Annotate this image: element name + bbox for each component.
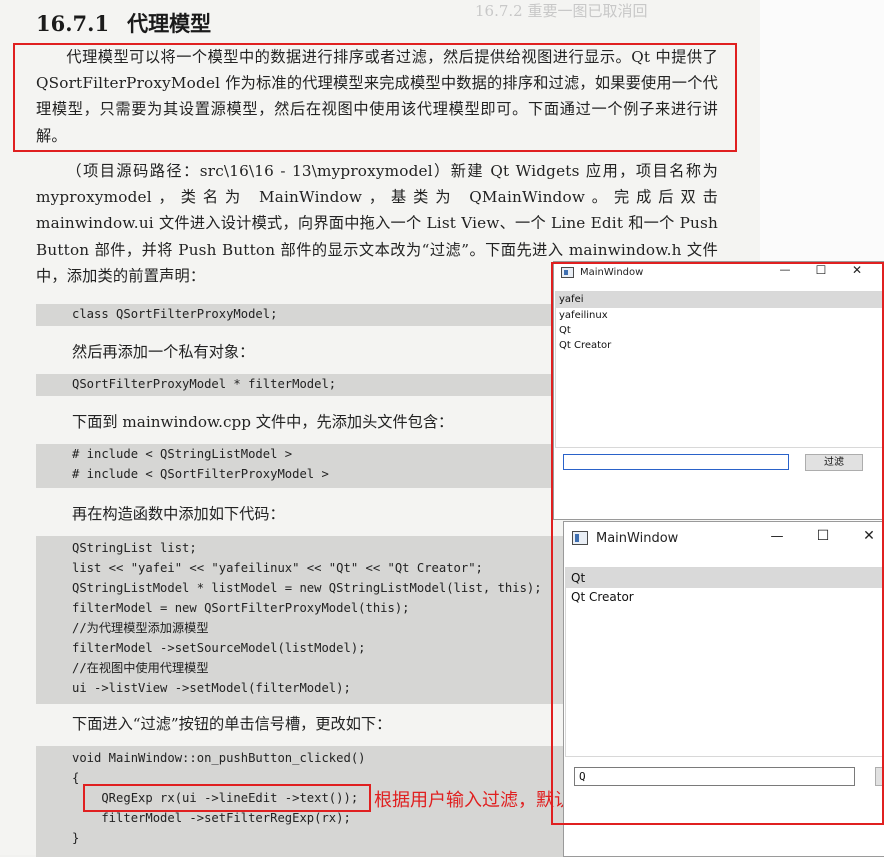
section-number: 16.7.1 [36,11,110,36]
text-constructor: 再在构造函数中添加如下代码： [72,505,285,523]
text-slot: 下面进入“过滤”按钮的单击信号槽，更改如下： [72,715,392,733]
section-heading: 16.7.1 代理模型 [36,8,211,38]
bleed-through-text: 16.7.2 重要一图已取消回 [475,2,648,20]
regexp-highlight-box [83,784,371,812]
section-title: 代理模型 [127,11,212,36]
intro-highlight-box [13,43,737,152]
text-cpp-include: 下面到 mainwindow.cpp 文件中，先添加头文件包含： [72,413,454,431]
text-add-private: 然后再添加一个私有对象： [72,343,255,361]
windows-highlight-box [551,262,884,825]
